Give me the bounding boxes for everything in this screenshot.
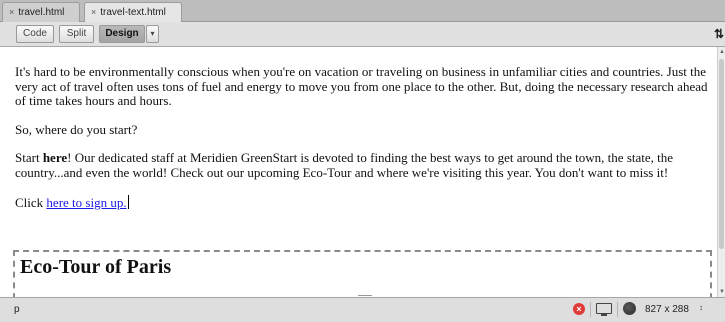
scrollbar-thumb[interactable] [719,59,724,249]
window-size-dropdown-icon[interactable]: ↕ [699,303,703,312]
document-body: It's hard to be environmentally consciou… [15,64,715,224]
error-icon[interactable]: × [573,303,585,315]
scroll-down-icon[interactable]: ▼ [719,289,725,295]
signup-link[interactable]: here to sign up. [46,195,126,210]
paragraph-intro: It's hard to be environmentally consciou… [15,64,708,109]
here-bold: here [42,150,68,166]
eco-tour-heading: Eco-Tour of Paris [20,256,172,278]
tag-selector-p[interactable]: p [14,304,20,315]
document-tab-bar: × travel.html × travel-text.html [0,0,725,23]
status-divider [590,302,591,317]
paragraph-question: So, where do you start? [15,121,138,137]
split-view-button[interactable]: Split [59,25,94,43]
design-view-dropdown[interactable]: ▾ [146,25,159,43]
close-tab-icon[interactable]: × [9,7,14,17]
tab-label: travel.html [18,7,65,18]
status-bar: p × 827 x 288 ↕ [0,297,725,322]
sort-arrows-icon[interactable]: ⇅ [714,27,724,41]
scroll-up-icon[interactable]: ▲ [719,49,725,55]
start-text: Start [15,150,43,166]
globe-icon[interactable] [623,302,636,315]
tab-travel-html[interactable]: × travel.html [2,2,80,22]
paragraph-signup: Click here to sign up. [15,194,715,211]
code-view-button[interactable]: Code [16,25,54,43]
text-cursor [127,194,129,209]
paragraph-start: Start here! Our dedicated staff at Merid… [15,151,715,180]
vertical-scrollbar[interactable]: ▲ ▼ [717,47,725,297]
window-size-readout[interactable]: 827 x 288 [645,304,689,315]
tab-label: travel-text.html [100,7,166,18]
document-toolbar: Code Split Design ▾ ⇅ [0,22,725,47]
eco-tour-section[interactable]: Eco-Tour of Paris [13,250,712,297]
click-text: Click [15,194,47,210]
design-view[interactable]: It's hard to be environmentally consciou… [0,47,717,297]
tab-travel-text-html[interactable]: × travel-text.html [84,2,182,23]
close-tab-icon[interactable]: × [91,7,96,17]
start-rest-text: ! Our dedicated staff at Meridien GreenS… [15,150,674,180]
design-view-button[interactable]: Design [99,25,145,43]
monitor-icon[interactable] [596,303,612,316]
status-divider [617,302,618,317]
